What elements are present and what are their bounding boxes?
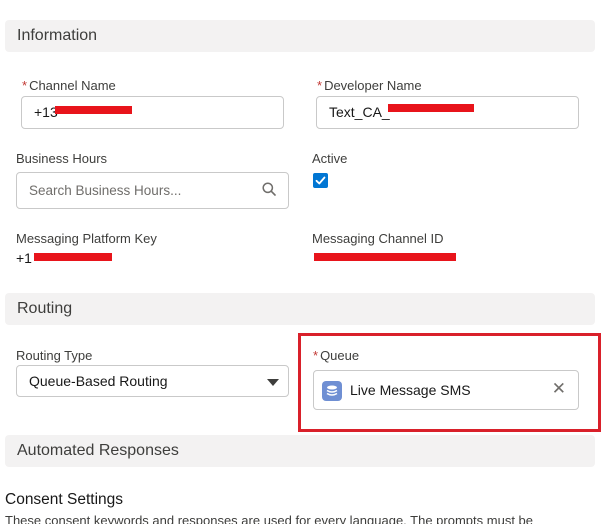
routing-type-value: Queue-Based Routing	[29, 373, 168, 389]
channel-name-label: * Channel Name	[22, 78, 116, 93]
required-mark: *	[317, 78, 323, 93]
developer-name-value: Text_CA_	[329, 104, 390, 120]
developer-name-input[interactable]: Text_CA_	[316, 96, 579, 129]
redaction-bar	[314, 253, 456, 261]
chevron-down-icon	[267, 379, 279, 386]
required-mark: *	[22, 78, 28, 93]
developer-name-label: * Developer Name	[317, 78, 422, 93]
messaging-channel-id-label: Messaging Channel ID	[312, 231, 444, 246]
business-hours-search-input[interactable]: Search Business Hours...	[16, 172, 289, 209]
redaction-bar	[388, 104, 474, 112]
active-label: Active	[312, 151, 348, 166]
consent-settings-title: Consent Settings	[5, 491, 124, 508]
queue-value: Live Message SMS	[350, 382, 471, 398]
section-header-routing: Routing	[5, 293, 595, 325]
routing-type-select[interactable]: Queue-Based Routing	[16, 365, 289, 397]
section-header-automated-responses: Automated Responses	[5, 435, 595, 467]
consent-settings-description: These consent keywords and responses are…	[5, 513, 533, 524]
queue-stack-icon	[322, 381, 342, 401]
routing-type-label: Routing Type	[16, 348, 93, 363]
active-checkbox[interactable]	[313, 173, 328, 188]
channel-name-label-text: Channel Name	[29, 78, 116, 93]
developer-name-label-text: Developer Name	[324, 78, 422, 93]
queue-label-text: Queue	[320, 348, 360, 363]
close-icon[interactable]: ✕	[552, 380, 566, 397]
business-hours-placeholder: Search Business Hours...	[29, 183, 182, 198]
search-icon	[262, 182, 276, 196]
redaction-bar	[34, 253, 112, 261]
queue-selected-pill[interactable]: Live Message SMS ✕	[313, 370, 579, 410]
redaction-bar	[55, 106, 132, 114]
section-header-information: Information	[5, 20, 595, 52]
required-mark: *	[313, 348, 319, 363]
messaging-platform-key-label: Messaging Platform Key	[16, 231, 157, 246]
checkmark-icon	[315, 176, 326, 185]
business-hours-label: Business Hours	[16, 151, 108, 166]
messaging-platform-key-value: +1	[16, 250, 32, 266]
queue-label: * Queue	[313, 348, 359, 363]
